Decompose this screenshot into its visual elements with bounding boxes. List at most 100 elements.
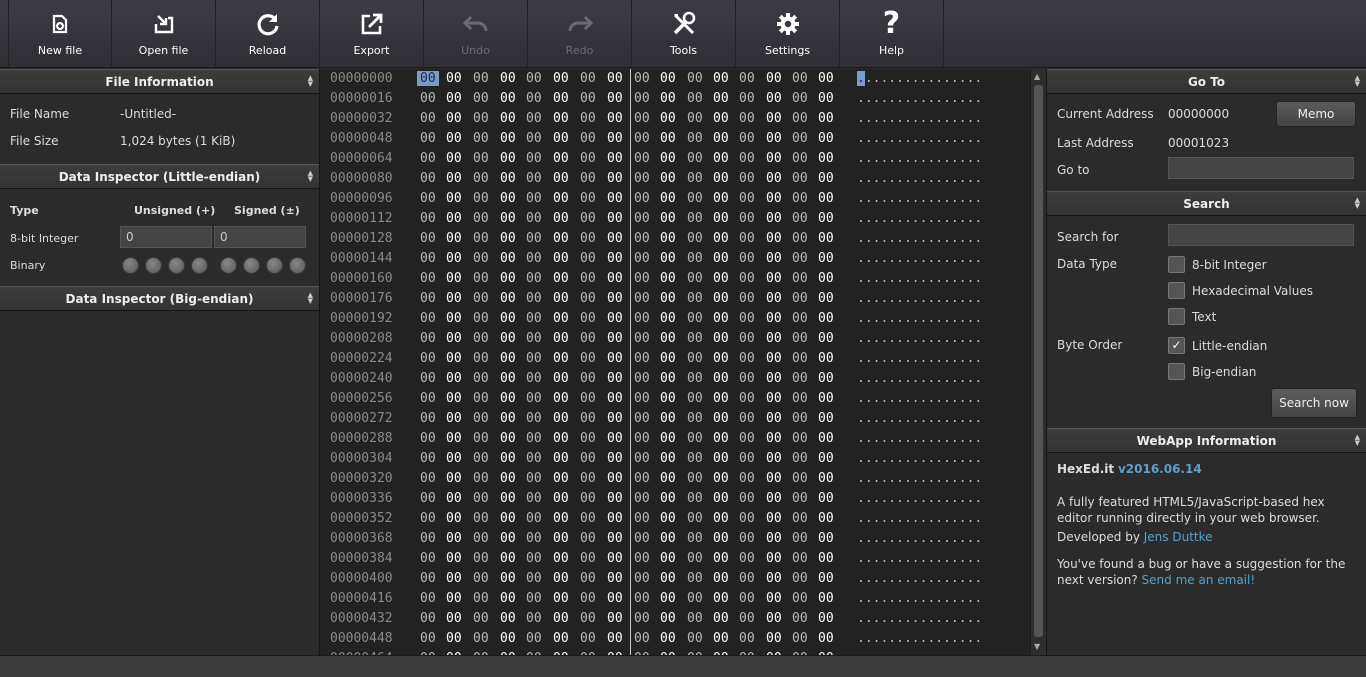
hex-byte[interactable]: 00 xyxy=(446,271,462,286)
hex-byte[interactable]: 00 xyxy=(739,311,755,326)
ascii-column[interactable]: ................ xyxy=(857,351,982,366)
hex-byte[interactable]: 00 xyxy=(420,411,436,426)
hex-byte[interactable]: 00 xyxy=(526,531,542,546)
hex-byte[interactable]: 00 xyxy=(607,471,623,486)
hex-byte[interactable]: 00 xyxy=(687,71,703,86)
hex-byte[interactable]: 00 xyxy=(739,551,755,566)
hex-byte[interactable]: 00 xyxy=(580,371,596,386)
hex-byte[interactable]: 00 xyxy=(446,471,462,486)
ascii-column[interactable]: ................ xyxy=(857,171,982,186)
hex-byte[interactable]: 00 xyxy=(687,111,703,126)
hex-byte[interactable]: 00 xyxy=(420,351,436,366)
hex-byte[interactable]: 00 xyxy=(446,531,462,546)
hex-byte[interactable]: 00 xyxy=(687,611,703,626)
hex-byte[interactable]: 00 xyxy=(739,391,755,406)
hex-byte[interactable]: 00 xyxy=(818,291,834,306)
checkbox-text[interactable] xyxy=(1168,308,1185,325)
hex-byte[interactable]: 00 xyxy=(446,111,462,126)
hex-byte[interactable]: 00 xyxy=(634,491,650,506)
hex-scrollbar[interactable]: ▲ ▼ xyxy=(1030,69,1046,655)
hex-byte[interactable]: 00 xyxy=(580,111,596,126)
hex-byte[interactable]: 00 xyxy=(607,231,623,246)
hex-byte[interactable]: 00 xyxy=(446,351,462,366)
hex-byte[interactable]: 00 xyxy=(420,511,436,526)
hex-byte[interactable]: 00 xyxy=(818,311,834,326)
hex-byte[interactable]: 00 xyxy=(580,591,596,606)
hex-byte[interactable]: 00 xyxy=(580,571,596,586)
hex-byte[interactable]: 00 xyxy=(420,431,436,446)
hex-byte[interactable]: 00 xyxy=(553,151,569,166)
ascii-column[interactable]: ................ xyxy=(857,91,982,106)
hex-byte[interactable]: 00 xyxy=(634,451,650,466)
hex-byte[interactable]: 00 xyxy=(766,271,782,286)
scroll-up-icon[interactable]: ▲ xyxy=(1034,72,1040,81)
hex-byte[interactable]: 00 xyxy=(500,551,516,566)
hex-byte[interactable]: 00 xyxy=(739,111,755,126)
hex-byte[interactable]: 00 xyxy=(473,271,489,286)
hex-byte[interactable]: 00 xyxy=(634,411,650,426)
hex-byte[interactable]: 00 xyxy=(792,91,808,106)
hex-byte[interactable]: 00 xyxy=(634,91,650,106)
hex-byte[interactable]: 00 xyxy=(818,211,834,226)
hex-byte[interactable]: 00 xyxy=(607,351,623,366)
hex-byte[interactable]: 00 xyxy=(792,211,808,226)
search-for-input[interactable] xyxy=(1168,224,1354,246)
hex-byte[interactable]: 00 xyxy=(687,451,703,466)
hex-byte[interactable]: 00 xyxy=(739,131,755,146)
hex-byte[interactable]: 00 xyxy=(739,451,755,466)
hex-byte[interactable]: 00 xyxy=(660,591,676,606)
hex-byte[interactable]: 00 xyxy=(526,571,542,586)
inspector-le-header[interactable]: Data Inspector (Little-endian) ▲ ▼ xyxy=(0,164,319,189)
hex-byte[interactable]: 00 xyxy=(713,571,729,586)
hex-byte[interactable]: 00 xyxy=(553,471,569,486)
hex-byte[interactable]: 00 xyxy=(687,631,703,646)
hex-byte[interactable]: 00 xyxy=(739,151,755,166)
hex-byte[interactable]: 00 xyxy=(500,271,516,286)
hex-byte[interactable]: 00 xyxy=(580,251,596,266)
hex-byte[interactable]: 00 xyxy=(446,191,462,206)
hex-byte[interactable]: 00 xyxy=(660,311,676,326)
hex-byte[interactable]: 00 xyxy=(713,511,729,526)
int8-signed-input[interactable]: 0 xyxy=(214,226,306,248)
hex-byte[interactable]: 00 xyxy=(818,351,834,366)
hex-byte[interactable]: 00 xyxy=(818,271,834,286)
hex-byte[interactable]: 00 xyxy=(420,451,436,466)
export-button[interactable]: Export xyxy=(320,0,424,68)
hex-byte[interactable]: 00 xyxy=(766,551,782,566)
hex-byte[interactable]: 00 xyxy=(473,591,489,606)
webapp-header[interactable]: WebApp Information ▲ ▼ xyxy=(1047,428,1366,453)
hex-byte[interactable]: 00 xyxy=(473,411,489,426)
tools-button[interactable]: Tools xyxy=(632,0,736,68)
hex-byte[interactable]: 00 xyxy=(526,611,542,626)
hex-byte[interactable]: 00 xyxy=(580,151,596,166)
hex-byte[interactable]: 00 xyxy=(687,271,703,286)
hex-byte[interactable]: 00 xyxy=(553,251,569,266)
hex-byte[interactable]: 00 xyxy=(580,391,596,406)
hex-byte[interactable]: 00 xyxy=(473,251,489,266)
hex-byte[interactable]: 00 xyxy=(580,631,596,646)
hex-byte[interactable]: 00 xyxy=(446,131,462,146)
hex-byte[interactable]: 00 xyxy=(473,451,489,466)
hex-byte[interactable]: 00 xyxy=(553,371,569,386)
hex-byte[interactable]: 00 xyxy=(473,231,489,246)
hex-byte[interactable]: 00 xyxy=(420,471,436,486)
hex-byte[interactable]: 00 xyxy=(526,151,542,166)
hex-byte[interactable]: 00 xyxy=(687,531,703,546)
hex-byte[interactable]: 00 xyxy=(739,351,755,366)
hex-byte[interactable]: 00 xyxy=(660,411,676,426)
hex-byte[interactable]: 00 xyxy=(687,351,703,366)
hex-byte[interactable]: 00 xyxy=(607,411,623,426)
hex-byte[interactable]: 00 xyxy=(580,211,596,226)
binary-bit-4[interactable] xyxy=(191,257,208,274)
hex-byte[interactable]: 00 xyxy=(739,491,755,506)
hex-byte[interactable]: 00 xyxy=(660,551,676,566)
hex-byte[interactable]: 00 xyxy=(766,291,782,306)
hex-byte[interactable]: 00 xyxy=(660,471,676,486)
hex-byte[interactable]: 00 xyxy=(634,191,650,206)
hex-byte[interactable]: 00 xyxy=(446,451,462,466)
hex-byte[interactable]: 00 xyxy=(526,471,542,486)
hex-byte[interactable]: 00 xyxy=(792,531,808,546)
hex-byte[interactable]: 00 xyxy=(687,131,703,146)
hex-byte[interactable]: 00 xyxy=(818,491,834,506)
hex-byte[interactable]: 00 xyxy=(660,571,676,586)
